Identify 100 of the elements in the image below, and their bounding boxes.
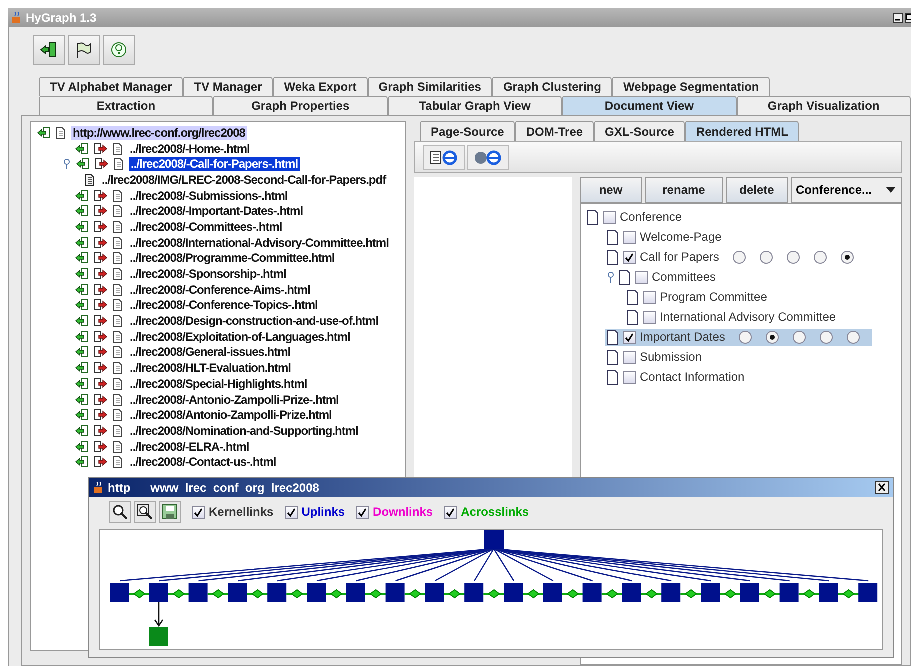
tree-item[interactable]: ../lrec2008/-Home-.html bbox=[128, 142, 252, 156]
segment-dropdown[interactable]: Conference... bbox=[791, 177, 902, 203]
graph-node[interactable] bbox=[701, 583, 720, 602]
tree-item[interactable]: ../lrec2008/-ELRA-.html bbox=[128, 440, 252, 454]
tree-item[interactable]: ../lrec2008/-Conference-Aims-.html bbox=[128, 282, 312, 297]
tab[interactable]: Graph Properties bbox=[213, 96, 388, 115]
tree-item[interactable]: ../lrec2008/Nomination-and-Supporting.html bbox=[128, 424, 360, 438]
tree-item[interactable]: ../lrec2008/Antonio-Zampolli-Prize.html bbox=[128, 408, 334, 422]
graph-node[interactable] bbox=[188, 583, 208, 602]
flag-button[interactable] bbox=[68, 35, 100, 65]
radio-button[interactable] bbox=[820, 330, 834, 344]
zoom-in-button[interactable] bbox=[109, 501, 131, 523]
tree-item[interactable]: ../lrec2008/International-Advisory-Committee.html bbox=[128, 236, 391, 250]
tree-item[interactable]: ../lrec2008/-Conference-Topics-.html bbox=[128, 298, 320, 312]
graph-node[interactable] bbox=[819, 583, 838, 602]
checkbox[interactable] bbox=[623, 330, 636, 344]
tab[interactable]: TV Manager bbox=[183, 77, 274, 96]
graph-node[interactable] bbox=[228, 583, 248, 602]
graph-node[interactable] bbox=[740, 583, 760, 602]
graph-node[interactable] bbox=[464, 583, 484, 602]
tree-item[interactable]: ../lrec2008/-Contact-us-.html bbox=[128, 455, 278, 470]
tree-item[interactable]: ../lrec2008/General-issues.html bbox=[128, 345, 293, 360]
graph-node[interactable] bbox=[149, 627, 168, 646]
tree-item[interactable]: ../lrec2008/Special-Highlights.html bbox=[128, 376, 310, 391]
radio-button[interactable] bbox=[739, 330, 752, 344]
checkbox[interactable] bbox=[623, 230, 636, 244]
radio-button[interactable] bbox=[847, 330, 860, 344]
checkbox[interactable] bbox=[356, 506, 370, 518]
expand-handle-icon[interactable] bbox=[607, 271, 615, 283]
graph-node[interactable] bbox=[386, 583, 405, 602]
segment-button[interactable]: delete bbox=[726, 177, 788, 203]
tree-item[interactable]: ../lrec2008/-Important-Dates-.html bbox=[128, 204, 306, 218]
radio-button[interactable] bbox=[787, 250, 800, 264]
tree-item[interactable]: ../lrec2008/Design-construction-and-use-of.html bbox=[128, 314, 381, 328]
page-browser-button[interactable] bbox=[423, 145, 465, 170]
tree-item[interactable]: ../lrec2008/-Call-for-Papers-.html bbox=[129, 157, 300, 172]
tab[interactable]: TV Alphabet Manager bbox=[39, 77, 184, 96]
tab[interactable]: Extraction bbox=[39, 96, 214, 115]
tree-item[interactable]: ../lrec2008/-Submissions-.html bbox=[128, 188, 290, 203]
tree-item[interactable]: ../lrec2008/IMG/LREC-2008-Second-Call-for-Papers.pdf bbox=[100, 172, 388, 187]
graph-node[interactable] bbox=[780, 583, 799, 602]
radio-button[interactable] bbox=[766, 330, 780, 344]
graph-node[interactable] bbox=[268, 583, 287, 602]
graph-node[interactable] bbox=[858, 583, 878, 602]
graph-arrow bbox=[154, 601, 164, 628]
tab[interactable]: Graph Visualization bbox=[736, 96, 911, 115]
graph-node[interactable] bbox=[504, 583, 523, 602]
graph-node[interactable] bbox=[484, 530, 504, 549]
radio-button[interactable] bbox=[760, 250, 774, 264]
checkbox[interactable] bbox=[623, 350, 636, 364]
graph-node[interactable] bbox=[662, 583, 681, 602]
zoom-fit-button[interactable] bbox=[134, 501, 156, 523]
checkbox[interactable] bbox=[643, 310, 656, 324]
graph-node[interactable] bbox=[346, 583, 366, 602]
minimize-icon[interactable] bbox=[893, 12, 903, 22]
exit-button[interactable] bbox=[33, 35, 65, 65]
tree-item[interactable]: ../lrec2008/-Antonio-Zampolli-Prize-.html bbox=[128, 392, 341, 407]
expand-handle-icon[interactable] bbox=[63, 159, 71, 170]
tree-item[interactable]: http://www.lrec-conf.org/lrec2008 bbox=[71, 126, 248, 140]
checkbox[interactable] bbox=[444, 506, 458, 518]
radio-button[interactable] bbox=[841, 250, 854, 264]
checkbox[interactable] bbox=[284, 506, 298, 518]
tree-item[interactable]: ../lrec2008/Exploitation-of-Languages.html bbox=[128, 330, 352, 344]
radio-button[interactable] bbox=[733, 250, 746, 264]
tab[interactable]: GXL-Source bbox=[594, 121, 686, 141]
graph-node[interactable] bbox=[149, 583, 168, 602]
bulb-button[interactable] bbox=[103, 35, 135, 65]
checkbox[interactable] bbox=[623, 250, 636, 264]
graph-node[interactable] bbox=[307, 583, 326, 602]
tree-item[interactable]: ../lrec2008/Programme-Committee.html bbox=[128, 251, 337, 266]
tab[interactable]: Rendered HTML bbox=[685, 121, 800, 141]
tab[interactable]: Tabular Graph View bbox=[388, 96, 562, 115]
radio-button[interactable] bbox=[793, 330, 806, 344]
tab[interactable]: Page-Source bbox=[420, 121, 516, 141]
graph-node[interactable] bbox=[110, 583, 129, 602]
close-icon[interactable] bbox=[875, 481, 889, 494]
globe-browser-button[interactable] bbox=[467, 145, 509, 170]
segment-button[interactable]: rename bbox=[645, 177, 723, 203]
checkbox[interactable] bbox=[643, 290, 656, 304]
tree-item[interactable]: ../lrec2008/-Sponsorship-.html bbox=[128, 267, 288, 282]
checkbox[interactable] bbox=[623, 370, 636, 384]
graph-node[interactable] bbox=[425, 583, 444, 602]
graph-node[interactable] bbox=[622, 583, 642, 602]
tab[interactable]: DOM-Tree bbox=[515, 121, 594, 141]
tree-item[interactable]: ../lrec2008/-Committees-.html bbox=[128, 220, 284, 234]
checkbox[interactable] bbox=[603, 210, 616, 224]
tab[interactable]: Graph Clustering bbox=[492, 77, 612, 96]
tab[interactable]: Document View bbox=[562, 96, 737, 115]
checkbox[interactable] bbox=[192, 506, 205, 518]
tab[interactable]: Graph Similarities bbox=[368, 77, 492, 96]
radio-button[interactable] bbox=[814, 250, 828, 264]
tab[interactable]: Webpage Segmentation bbox=[612, 77, 770, 96]
tree-item[interactable]: ../lrec2008/HLT-Evaluation.html bbox=[128, 361, 293, 376]
graph-node[interactable] bbox=[543, 583, 562, 602]
save-button[interactable] bbox=[159, 501, 181, 523]
tab[interactable]: Weka Export bbox=[273, 77, 368, 96]
checkbox[interactable] bbox=[635, 270, 648, 284]
selected-row-highlight[interactable]: Important Dates bbox=[605, 328, 872, 346]
graph-node[interactable] bbox=[582, 583, 602, 602]
segment-button[interactable]: new bbox=[580, 177, 642, 203]
